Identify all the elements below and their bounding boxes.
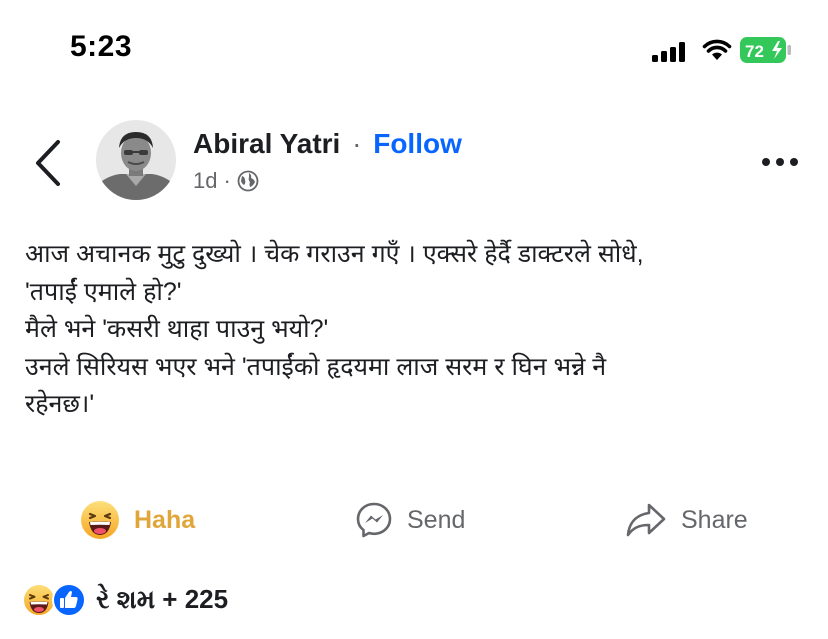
post-header: Abiral Yatri · Follow 1d · bbox=[0, 110, 828, 210]
messenger-icon bbox=[356, 502, 392, 538]
globe-icon bbox=[237, 170, 259, 192]
status-time: 5:23 bbox=[70, 30, 133, 63]
separator-dot: · bbox=[352, 128, 362, 159]
reactions-summary[interactable]: રે શમ + 225 bbox=[22, 582, 228, 618]
send-button[interactable]: Send bbox=[355, 495, 465, 545]
post-age[interactable]: 1d bbox=[193, 168, 217, 194]
action-bar: Haha Send Share bbox=[0, 495, 828, 545]
wifi-icon bbox=[702, 39, 732, 60]
more-dots-icon[interactable] bbox=[760, 154, 800, 170]
reaction-icons bbox=[22, 583, 92, 617]
reactions-count: રે શમ + 225 bbox=[96, 584, 229, 614]
haha-reaction-icon bbox=[22, 583, 56, 617]
send-label: Send bbox=[407, 505, 466, 534]
battery-charging-icon: 72 bbox=[740, 37, 791, 63]
share-arrow-icon bbox=[626, 503, 666, 537]
chevron-left-icon[interactable] bbox=[28, 136, 68, 190]
avatar[interactable] bbox=[96, 120, 176, 200]
share-button[interactable]: Share bbox=[625, 495, 748, 545]
battery-percent: 72 bbox=[745, 42, 764, 61]
author-name[interactable]: Abiral Yatri bbox=[193, 128, 340, 159]
cellular-signal-icon bbox=[652, 42, 685, 62]
haha-reaction-button[interactable]: Haha bbox=[80, 495, 195, 545]
post-line: 'तपाईं एमाले हो?' bbox=[25, 277, 182, 306]
post-line: आज अचानक मुटु दुख्यो । चेक गराउन गएँ । ए… bbox=[25, 240, 644, 268]
post-text: आज अचानक मुटु दुख्यो । चेक गराउन गएँ । ए… bbox=[25, 236, 815, 424]
share-label: Share bbox=[681, 505, 748, 534]
haha-label: Haha bbox=[134, 505, 196, 534]
meta-separator: · bbox=[223, 168, 231, 193]
haha-emoji-icon bbox=[81, 501, 119, 539]
post-line: उनले सिरियस भएर भने 'तपाईंको हृदयमा लाज … bbox=[25, 352, 607, 381]
follow-button[interactable]: Follow bbox=[373, 128, 462, 159]
like-reaction-icon bbox=[52, 583, 86, 617]
status-bar: 5:23 72 bbox=[0, 0, 828, 100]
author-line: Abiral Yatri · Follow bbox=[193, 128, 462, 160]
post-line: मैले भने 'कसरी थाहा पाउनु भयो?' bbox=[25, 315, 329, 343]
post-meta: 1d · bbox=[193, 168, 259, 194]
post-line: रहेनछ।' bbox=[25, 390, 95, 418]
